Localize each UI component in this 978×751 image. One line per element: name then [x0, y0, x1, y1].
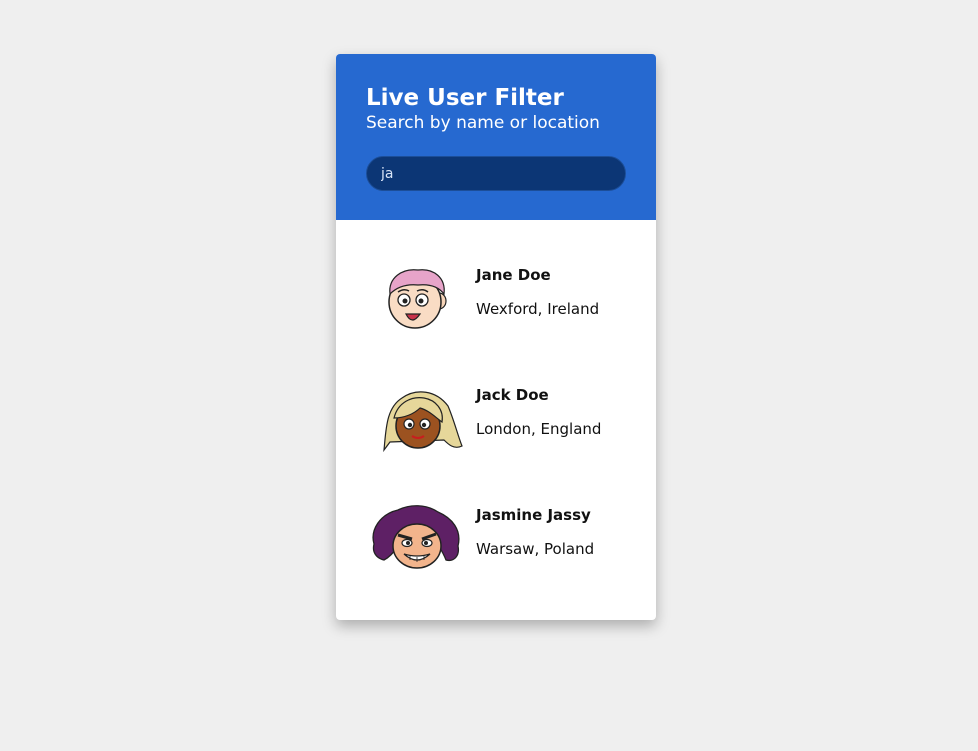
page-subtitle: Search by name or location: [366, 113, 600, 133]
user-name: Jasmine Jassy: [476, 506, 591, 524]
user-location: Wexford, Ireland: [476, 300, 600, 318]
user-name: Jane Doe: [476, 266, 551, 284]
list-item: Jasmine Jassy Warsaw, Poland: [336, 460, 656, 580]
user-info: Jasmine Jassy Warsaw, Poland: [476, 505, 594, 559]
user-location: London, England: [476, 420, 602, 438]
page-title: Live User Filter: [366, 85, 564, 111]
blonde-hair-avatar-icon: [368, 380, 464, 456]
search-input[interactable]: [366, 156, 626, 191]
card-header: Live User Filter Search by name or locat…: [336, 54, 656, 220]
user-list: Jane Doe Wexford, Ireland Jack Doe Londo…: [336, 220, 656, 580]
list-item: Jack Doe London, England: [336, 340, 656, 460]
list-item: Jane Doe Wexford, Ireland: [336, 220, 656, 340]
user-info: Jane Doe Wexford, Ireland: [476, 265, 599, 319]
pink-hair-avatar-icon: [368, 260, 464, 336]
purple-hair-avatar-icon: [368, 500, 464, 576]
user-filter-card: Live User Filter Search by name or locat…: [336, 54, 656, 620]
user-location: Warsaw, Poland: [476, 540, 595, 558]
user-info: Jack Doe London, England: [476, 385, 601, 439]
user-name: Jack Doe: [476, 386, 549, 404]
